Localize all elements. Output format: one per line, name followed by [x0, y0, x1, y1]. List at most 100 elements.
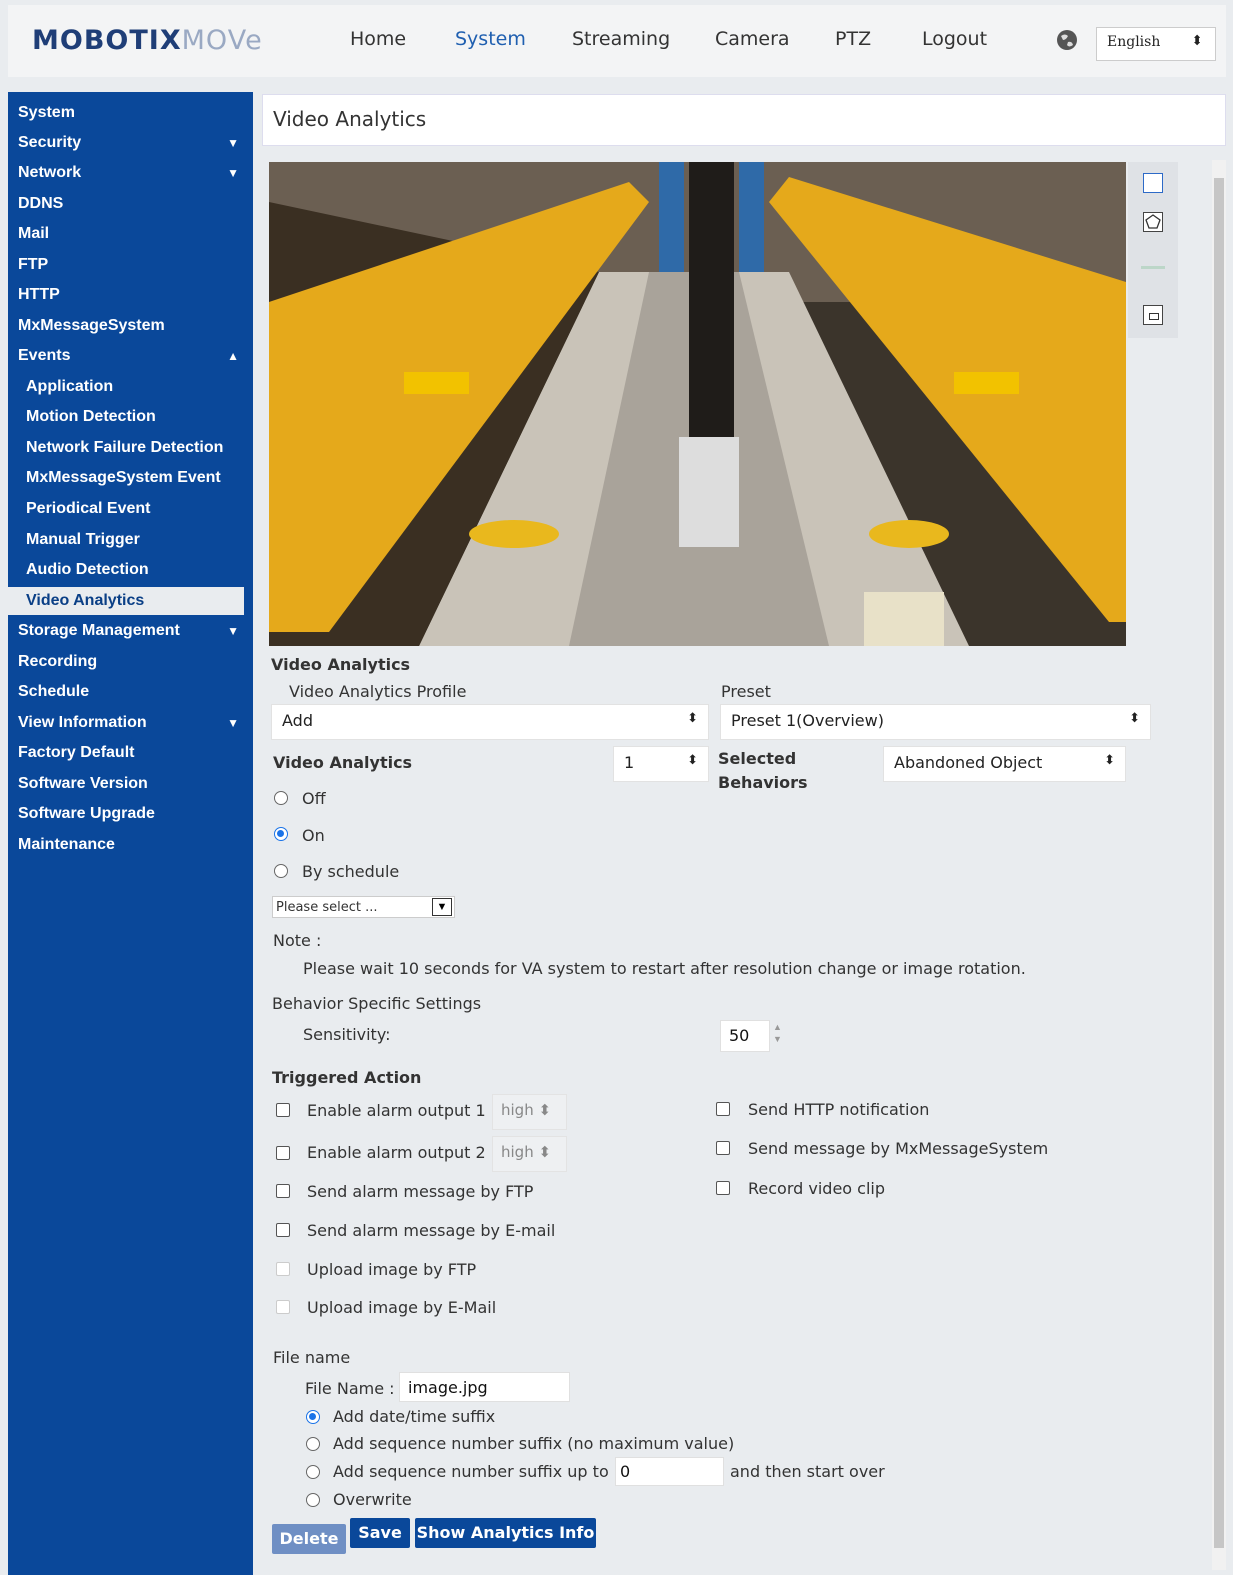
- sidebar-item-security[interactable]: Security ▼: [8, 129, 253, 157]
- preset-select[interactable]: Preset 1(Overview) ⬍: [720, 704, 1151, 740]
- sidebar-item-periodical-event[interactable]: Periodical Event: [8, 495, 253, 523]
- radio-datetime-suffix[interactable]: [306, 1410, 320, 1424]
- sidebar-item-view-information[interactable]: View Information ▼: [8, 709, 253, 737]
- sidebar-item-software-upgrade[interactable]: Software Upgrade: [8, 800, 253, 828]
- note-text: Please wait 10 seconds for VA system to …: [303, 959, 1026, 978]
- polygon-tool-icon[interactable]: [1143, 212, 1163, 232]
- chevron-down-icon: ▼: [432, 898, 452, 916]
- alarm-output-2-label: Enable alarm output 2: [307, 1143, 486, 1162]
- ftp-alarm-label: Send alarm message by FTP: [307, 1182, 534, 1201]
- triangle-up-icon: ▲: [227, 349, 239, 363]
- radio-on-label: On: [302, 826, 325, 845]
- nav-ptz[interactable]: PTZ: [835, 28, 871, 50]
- sidebar-item-network-failure-detection[interactable]: Network Failure Detection: [8, 434, 253, 462]
- sidebar-item-factory-default[interactable]: Factory Default: [8, 739, 253, 767]
- scrollbar-thumb[interactable]: [1214, 178, 1224, 1548]
- select-arrows-icon: ⬍: [538, 1101, 552, 1119]
- seq-upto-input[interactable]: 0: [615, 1457, 724, 1486]
- nav-system[interactable]: System: [455, 28, 526, 50]
- language-select[interactable]: English ⬍: [1096, 27, 1216, 61]
- checkbox-http-notification[interactable]: [716, 1102, 730, 1116]
- sidebar-item-system[interactable]: System: [8, 99, 253, 127]
- page-header: Video Analytics: [262, 94, 1226, 146]
- sidebar-item-events[interactable]: Events ▲: [8, 342, 253, 370]
- nav-camera[interactable]: Camera: [715, 28, 790, 50]
- select-arrows-icon: ⬍: [687, 711, 698, 726]
- sidebar-item-manual-trigger[interactable]: Manual Trigger: [8, 526, 253, 554]
- sidebar-item-motion-detection[interactable]: Motion Detection: [8, 403, 253, 431]
- section-title-video-analytics: Video Analytics: [271, 655, 411, 674]
- clear-tool-icon[interactable]: [1143, 305, 1163, 325]
- upload-email-label: Upload image by E-Mail: [307, 1298, 497, 1317]
- profile-select[interactable]: Add ⬍: [271, 704, 709, 740]
- sidebar-item-maintenance[interactable]: Maintenance: [8, 831, 253, 859]
- page-title: Video Analytics: [273, 107, 427, 131]
- radio-by-schedule[interactable]: [274, 864, 288, 878]
- delete-button[interactable]: Delete: [272, 1524, 346, 1554]
- sidebar-item-schedule[interactable]: Schedule: [8, 678, 253, 706]
- show-analytics-info-button[interactable]: Show Analytics Info: [415, 1518, 596, 1548]
- sidebar-item-application[interactable]: Application: [8, 373, 253, 401]
- sidebar-item-mail[interactable]: Mail: [8, 220, 253, 248]
- start-over-label: and then start over: [730, 1462, 885, 1481]
- nav-streaming[interactable]: Streaming: [572, 28, 670, 50]
- nav-logout[interactable]: Logout: [922, 28, 987, 50]
- sidebar-item-ddns[interactable]: DDNS: [8, 190, 253, 218]
- checkbox-mxmessagesystem[interactable]: [716, 1141, 730, 1155]
- note-label: Note :: [273, 931, 322, 950]
- video-preview[interactable]: [269, 162, 1126, 646]
- mobotix-logo[interactable]: MOBOTIXMOVe: [32, 25, 263, 56]
- selected-behaviors-label-line2: Behaviors: [718, 773, 808, 792]
- sidebar-item-mxmessagesystem[interactable]: MxMessageSystem: [8, 312, 253, 340]
- mxmessagesystem-label: Send message by MxMessageSystem: [748, 1139, 1049, 1158]
- alarm-output-1-label: Enable alarm output 1: [307, 1101, 486, 1120]
- behavior-select[interactable]: Abandoned Object ⬍: [883, 746, 1126, 782]
- sidebar-item-ftp[interactable]: FTP: [8, 251, 253, 279]
- seq-upto-label: Add sequence number suffix up to: [333, 1462, 609, 1481]
- sidebar-item-video-analytics[interactable]: Video Analytics: [8, 587, 244, 615]
- checkbox-alarm-output-1[interactable]: [276, 1103, 290, 1117]
- behavior-settings-label: Behavior Specific Settings: [272, 994, 482, 1013]
- profile-label: Video Analytics Profile: [289, 682, 467, 701]
- record-clip-label: Record video clip: [748, 1179, 885, 1198]
- selected-behaviors-label-line1: Selected: [718, 749, 797, 768]
- radio-off-label: Off: [302, 789, 326, 808]
- sidebar-item-mxmessagesystem-event[interactable]: MxMessageSystem Event: [8, 464, 253, 492]
- checkbox-alarm-output-2[interactable]: [276, 1146, 290, 1160]
- sidebar-item-recording[interactable]: Recording: [8, 648, 253, 676]
- schedule-select[interactable]: Please select ... ▼: [272, 896, 455, 918]
- sensitivity-input[interactable]: 50: [720, 1020, 770, 1052]
- page-scrollbar[interactable]: [1212, 160, 1226, 1570]
- radio-seq-upto[interactable]: [306, 1465, 320, 1479]
- sidebar-item-http[interactable]: HTTP: [8, 281, 253, 309]
- checkbox-upload-email: [276, 1300, 290, 1314]
- triangle-down-icon: ▼: [227, 716, 239, 730]
- sidebar-item-software-version[interactable]: Software Version: [8, 770, 253, 798]
- checkbox-record-clip[interactable]: [716, 1181, 730, 1195]
- preset-label: Preset: [721, 682, 771, 701]
- select-arrows-icon: ⬍: [1191, 33, 1203, 49]
- save-button[interactable]: Save: [350, 1518, 410, 1548]
- checkbox-email-alarm[interactable]: [276, 1223, 290, 1237]
- sidebar-item-storage-management[interactable]: Storage Management ▼: [8, 617, 253, 645]
- sidebar-item-audio-detection[interactable]: Audio Detection: [8, 556, 253, 584]
- radio-seq-suffix[interactable]: [306, 1437, 320, 1451]
- seq-suffix-label: Add sequence number suffix (no maximum v…: [333, 1434, 735, 1453]
- sidebar-item-network[interactable]: Network ▼: [8, 159, 253, 187]
- upload-ftp-label: Upload image by FTP: [307, 1260, 477, 1279]
- file-name-input[interactable]: image.jpg: [399, 1372, 570, 1402]
- nav-home[interactable]: Home: [350, 28, 406, 50]
- triangle-down-icon: ▼: [227, 136, 239, 150]
- checkbox-upload-ftp: [276, 1262, 290, 1276]
- sensitivity-label: Sensitivity:: [303, 1025, 391, 1044]
- va-number-select[interactable]: 1 ⬍: [613, 746, 709, 782]
- line-tool-icon[interactable]: [1141, 266, 1165, 269]
- file-name-section-label: File name: [273, 1348, 351, 1367]
- rectangle-tool-icon[interactable]: [1143, 173, 1163, 193]
- radio-on[interactable]: [274, 827, 288, 841]
- radio-overwrite[interactable]: [306, 1493, 320, 1507]
- spinner-arrows-icon[interactable]: ▲ ▼: [773, 1021, 782, 1045]
- checkbox-ftp-alarm[interactable]: [276, 1184, 290, 1198]
- email-alarm-label: Send alarm message by E-mail: [307, 1221, 556, 1240]
- radio-off[interactable]: [274, 791, 288, 805]
